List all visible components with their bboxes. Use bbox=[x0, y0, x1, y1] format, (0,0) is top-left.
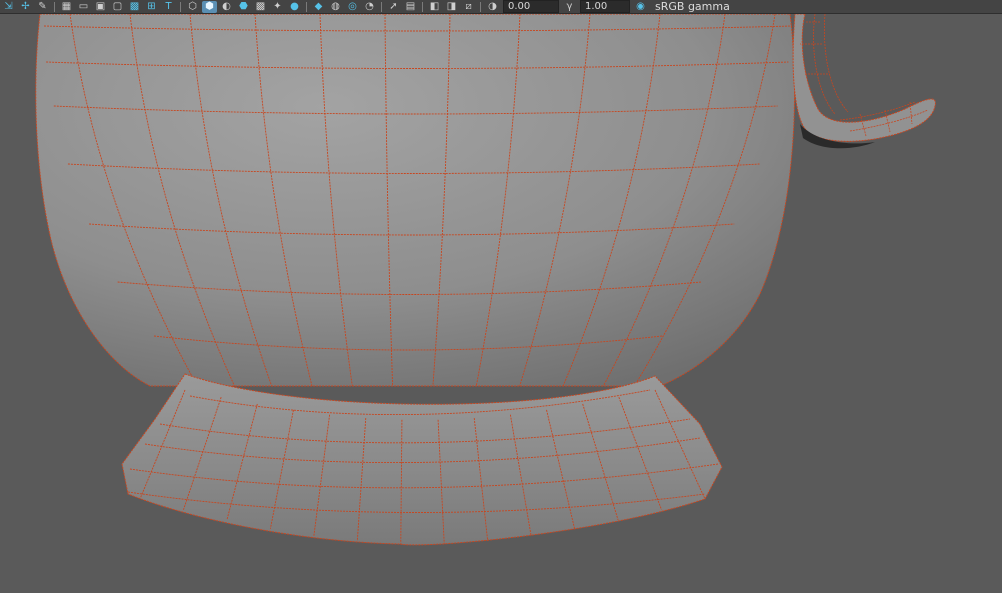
toolbar-separator bbox=[306, 1, 307, 12]
paint-tool-icon[interactable]: ✎ bbox=[35, 1, 50, 13]
default-material-icon[interactable]: ◐ bbox=[219, 1, 234, 13]
xray-icon[interactable]: ▤ bbox=[403, 1, 418, 13]
teapot-body[interactable] bbox=[35, 14, 796, 387]
safe-action-icon[interactable]: ⊞ bbox=[144, 1, 159, 13]
motion-blur-icon[interactable]: ◍ bbox=[328, 1, 343, 13]
teapot-handle[interactable] bbox=[792, 14, 936, 142]
toolbar-separator bbox=[422, 1, 423, 12]
snap-together-icon[interactable]: ⇲ bbox=[1, 1, 16, 13]
view-transform-toggle-icon[interactable]: ◉ bbox=[633, 1, 648, 13]
move-pivot-icon[interactable]: ✢ bbox=[18, 1, 33, 13]
toolbar-separator bbox=[381, 1, 382, 12]
screen-space-ao-icon[interactable]: ◆ bbox=[311, 1, 326, 13]
depth-of-field-icon[interactable]: ◔ bbox=[362, 1, 377, 13]
smooth-shade-icon[interactable]: ⬢ bbox=[202, 0, 217, 13]
textured-icon[interactable]: ▩ bbox=[253, 1, 268, 13]
camera-attributes-icon[interactable]: ⧄ bbox=[461, 1, 476, 13]
isolate-select-icon[interactable]: ➚ bbox=[386, 1, 401, 13]
grid-icon[interactable]: ▦ bbox=[59, 1, 74, 13]
wireframe-icon[interactable]: ⬡ bbox=[185, 1, 200, 13]
toolbar-separator bbox=[180, 1, 181, 12]
shadows-icon[interactable]: ● bbox=[287, 1, 302, 13]
multisample-aa-icon[interactable]: ◎ bbox=[345, 1, 360, 13]
xray-active-components-icon[interactable]: ◧ bbox=[427, 1, 442, 13]
field-chart-icon[interactable]: ▩ bbox=[127, 1, 142, 13]
3d-viewport[interactable] bbox=[0, 14, 1002, 593]
gate-mask-icon[interactable]: ▢ bbox=[110, 1, 125, 13]
film-gate-icon[interactable]: ▭ bbox=[76, 1, 91, 13]
wireframe-on-shaded-icon[interactable]: ⬣ bbox=[236, 1, 251, 13]
gamma-icon[interactable]: γ bbox=[562, 1, 577, 13]
xray-joints-icon[interactable]: ◨ bbox=[444, 1, 459, 13]
toolbar-separator bbox=[54, 1, 55, 12]
toolbar-separator bbox=[480, 1, 481, 12]
viewport-panel-toolbar: ⇲ ✢ ✎ ▦ ▭ ▣ ▢ ▩ ⊞ T ⬡ ⬢ ◐ ⬣ ▩ ✦ ● ◆ ◍ ◎ … bbox=[0, 0, 1002, 14]
use-all-lights-icon[interactable]: ✦ bbox=[270, 1, 285, 13]
safe-title-icon[interactable]: T bbox=[161, 1, 176, 13]
viewport-canvas[interactable] bbox=[0, 14, 1002, 593]
color-space-label[interactable]: sRGB gamma bbox=[655, 0, 730, 13]
exposure-field[interactable]: 0.00 bbox=[503, 0, 559, 13]
exposure-icon[interactable]: ◑ bbox=[485, 1, 500, 13]
gamma-field[interactable]: 1.00 bbox=[580, 0, 630, 13]
resolution-gate-icon[interactable]: ▣ bbox=[93, 1, 108, 13]
